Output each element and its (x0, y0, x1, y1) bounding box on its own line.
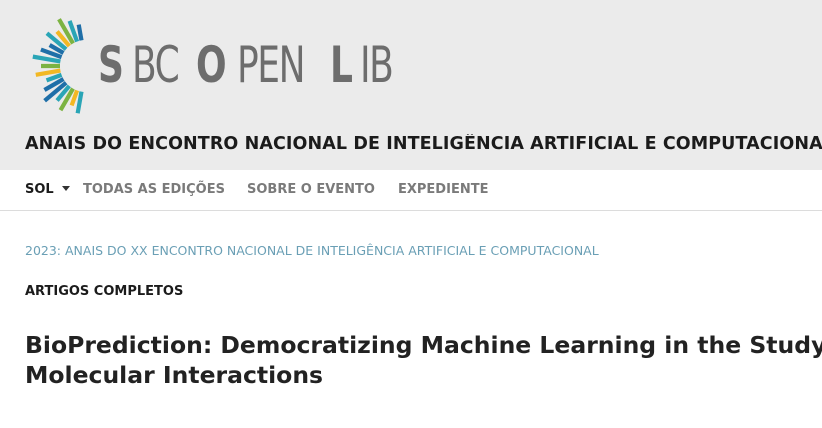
nav-item-sobre-o-evento[interactable]: SOBRE O EVENTO (247, 182, 375, 197)
logo-letter: L (330, 36, 353, 94)
main-nav: SOL TODAS AS EDIÇÕES SOBRE O EVENTO EXPE… (0, 170, 822, 211)
sbc-openlib-logo-icon[interactable] (26, 6, 98, 126)
issue-breadcrumb-link[interactable]: 2023: ANAIS DO XX ENCONTRO NACIONAL DE I… (25, 243, 599, 258)
site-title[interactable]: ANAIS DO ENCONTRO NACIONAL DE INTELIGÊNC… (25, 134, 822, 154)
logo-letter: PEN (236, 36, 306, 94)
logo-letter: IB (359, 36, 394, 94)
section-label: ARTIGOS COMPLETOS (25, 284, 184, 299)
site-header: S BC O PEN L IB ANAIS DO ENCONTRO NACION… (0, 0, 822, 170)
nav-item-label: SOL (25, 182, 54, 197)
caret-down-icon (61, 186, 70, 191)
logo-ray (76, 24, 84, 41)
logo-letter: BC (132, 36, 180, 94)
logo-ray (75, 91, 84, 114)
logo-ray (35, 68, 61, 77)
nav-item-sol-dropdown[interactable]: SOL (25, 182, 70, 197)
logo-letter: S (98, 36, 124, 94)
nav-item-todas-as-edicoes[interactable]: TODAS AS EDIÇÕES (83, 182, 225, 197)
nav-item-expediente[interactable]: EXPEDIENTE (398, 182, 488, 197)
sbc-openlib-wordmark[interactable]: S BC O PEN L IB (98, 36, 405, 94)
article-title: BioPrediction: Democratizing Machine Lea… (25, 330, 822, 390)
article-title-line: Molecular Interactions (25, 361, 324, 389)
logo-letter: O (196, 36, 227, 94)
article-title-line: BioPrediction: Democratizing Machine Lea… (25, 331, 822, 359)
